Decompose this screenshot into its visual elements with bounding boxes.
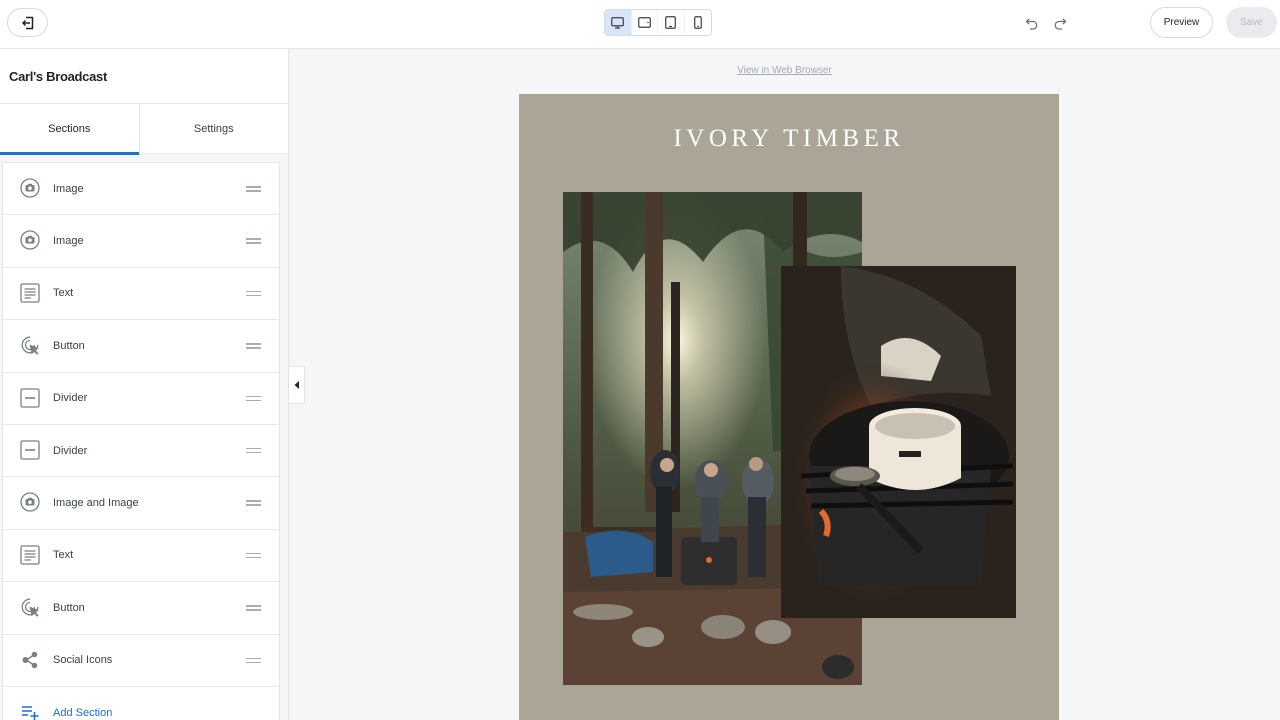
camera-icon [19, 177, 41, 199]
redo-icon [1054, 18, 1067, 30]
section-label: Divider [53, 444, 88, 457]
tab-settings[interactable]: Settings [138, 104, 288, 154]
tablet-icon [665, 16, 677, 29]
campfire-pot-image[interactable] [781, 266, 1016, 618]
view-in-browser-link[interactable]: View in Web Browser [289, 65, 1280, 76]
brand-heading: IVORY TIMBER [673, 125, 905, 152]
save-button[interactable]: Save [1226, 7, 1277, 38]
add-list-icon [19, 701, 41, 720]
cursor-click-icon [19, 334, 41, 356]
section-label: Image [53, 182, 84, 195]
undo-button[interactable] [1022, 13, 1042, 33]
top-toolbar: Preview Save [0, 0, 1280, 49]
section-item-divider[interactable]: Divider [3, 425, 279, 478]
divider-icon [19, 387, 41, 409]
sidebar-tabs: Sections Settings [0, 104, 288, 155]
drag-handle-icon[interactable] [246, 552, 261, 559]
tablet-view-button[interactable] [658, 10, 685, 35]
drag-handle-icon[interactable] [246, 500, 261, 506]
email-canvas: View in Web Browser IVORY TIMBER [289, 49, 1280, 720]
cursor-click-icon [19, 596, 41, 618]
section-item-button[interactable]: Button [3, 582, 279, 635]
drag-handle-icon[interactable] [246, 343, 261, 349]
section-label: Button [53, 339, 85, 352]
tablet-landscape-icon [637, 17, 651, 28]
section-list: Image Image Text Button Divider Divider … [2, 162, 280, 720]
section-item-button[interactable]: Button [3, 320, 279, 373]
drag-handle-icon[interactable] [246, 290, 261, 297]
mobile-icon [693, 16, 702, 29]
text-block-icon [19, 544, 41, 566]
undo-icon [1025, 18, 1038, 30]
desktop-icon [611, 16, 625, 29]
device-switcher [604, 9, 712, 36]
email-preview: IVORY TIMBER [519, 94, 1059, 720]
section-label: Image [53, 235, 84, 248]
preview-button[interactable]: Preview [1150, 7, 1213, 38]
share-icon [19, 649, 41, 671]
tab-sections[interactable]: Sections [0, 104, 139, 155]
section-item-text[interactable]: Text [3, 268, 279, 321]
text-block-icon [19, 282, 41, 304]
campaign-title: Carl's Broadcast [0, 49, 288, 104]
section-label: Text [53, 549, 74, 562]
section-label: Divider [53, 392, 88, 405]
drag-handle-icon[interactable] [246, 238, 261, 244]
camera-icon [19, 229, 41, 251]
desktop-view-button[interactable] [605, 10, 632, 35]
camera-icon [19, 491, 41, 513]
section-item-text[interactable]: Text [3, 530, 279, 583]
redo-button[interactable] [1050, 13, 1070, 33]
add-section-label: Add Section [53, 706, 113, 719]
add-section-button[interactable]: Add Section [3, 687, 279, 720]
section-item-social-icons[interactable]: Social Icons [3, 635, 279, 687]
section-item-image-and-image[interactable]: Image and Image [3, 477, 279, 530]
section-label: Image and Image [53, 497, 139, 510]
exit-button[interactable] [7, 8, 48, 37]
sections-sidebar: Carl's Broadcast Sections Settings Image… [0, 49, 289, 720]
drag-handle-icon[interactable] [246, 605, 261, 611]
section-item-image[interactable]: Image [3, 215, 279, 268]
divider-icon [19, 439, 41, 461]
section-label: Button [53, 601, 85, 614]
drag-handle-icon[interactable] [246, 395, 261, 402]
section-label: Social Icons [53, 654, 113, 667]
section-item-image[interactable]: Image [3, 163, 279, 216]
mobile-view-button[interactable] [685, 10, 711, 35]
drag-handle-icon[interactable] [246, 186, 261, 192]
tablet-landscape-view-button[interactable] [632, 10, 658, 35]
exit-icon [21, 16, 33, 29]
section-label: Text [53, 287, 74, 300]
section-item-divider[interactable]: Divider [3, 373, 279, 425]
drag-handle-icon[interactable] [246, 657, 261, 664]
drag-handle-icon[interactable] [246, 447, 261, 454]
